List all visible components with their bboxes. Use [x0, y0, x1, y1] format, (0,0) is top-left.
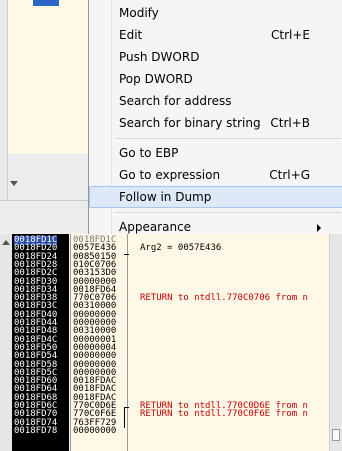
- menu-item-follow-in-dump[interactable]: Follow in Dump: [89, 186, 342, 208]
- menu-item-shortcut: Ctrl+E: [271, 28, 310, 42]
- menu-item-shortcut: Ctrl+B: [270, 116, 310, 130]
- scroll-up-arrow-icon[interactable]: [2, 240, 10, 245]
- stack-value: 00000000: [73, 425, 117, 436]
- menu-item-label: Search for address: [119, 94, 232, 108]
- menu-separator: [115, 212, 341, 213]
- scroll-thumb[interactable]: [332, 429, 340, 441]
- scroll-down-arrow-icon[interactable]: [10, 181, 18, 186]
- stack-address: 0018FD78: [14, 425, 58, 436]
- menu-item-modify[interactable]: Modify: [89, 2, 342, 24]
- menu-item-label: Go to expression: [119, 168, 221, 182]
- stack-right-scrollbar[interactable]: [329, 234, 342, 451]
- menu-item-pop-dword[interactable]: Pop DWORD: [89, 68, 342, 90]
- menu-item-label: Push DWORD: [119, 50, 200, 64]
- menu-separator: [115, 138, 341, 139]
- selection-strip: [33, 0, 59, 6]
- menu-item-label: Search for binary string: [119, 116, 261, 130]
- frame-bracket: [124, 407, 129, 428]
- menu-item-label: Appearance: [119, 220, 192, 234]
- menu-item-edit[interactable]: Edit Ctrl+E: [89, 24, 342, 46]
- stack-pane: 0018FD1C 0018FD1C 0018FD20 0057E436 Arg2 = 0…: [0, 234, 342, 451]
- menu-item-search-binary[interactable]: Search for binary string Ctrl+B: [89, 112, 342, 134]
- menu-item-label: Edit: [119, 28, 143, 42]
- disassembly-pane: [0, 0, 88, 154]
- menu-item-search-address[interactable]: Search for address: [89, 90, 342, 112]
- frame-bracket: [124, 254, 129, 255]
- menu-item-goto-expression[interactable]: Go to expression Ctrl+G: [89, 164, 342, 186]
- vertical-scrollbar[interactable]: [0, 0, 8, 200]
- submenu-arrow-icon: [317, 224, 321, 232]
- menu-item-shortcut: Ctrl+G: [269, 168, 310, 182]
- menu-item-label: Modify: [119, 6, 159, 20]
- stack-row[interactable]: 0018FD78 00000000: [12, 425, 330, 436]
- menu-item-label: Go to EBP: [119, 146, 179, 160]
- menu-item-push-dword[interactable]: Push DWORD: [89, 46, 342, 68]
- lower-left-area: [0, 201, 88, 231]
- menu-item-label: Follow in Dump: [119, 190, 212, 204]
- pane-gray-area: [0, 154, 88, 200]
- menu-item-goto-ebp[interactable]: Go to EBP: [89, 142, 342, 164]
- menu-item-label: Pop DWORD: [119, 72, 193, 86]
- context-menu: Modify Edit Ctrl+E Push DWORD Pop DWORD …: [88, 0, 342, 240]
